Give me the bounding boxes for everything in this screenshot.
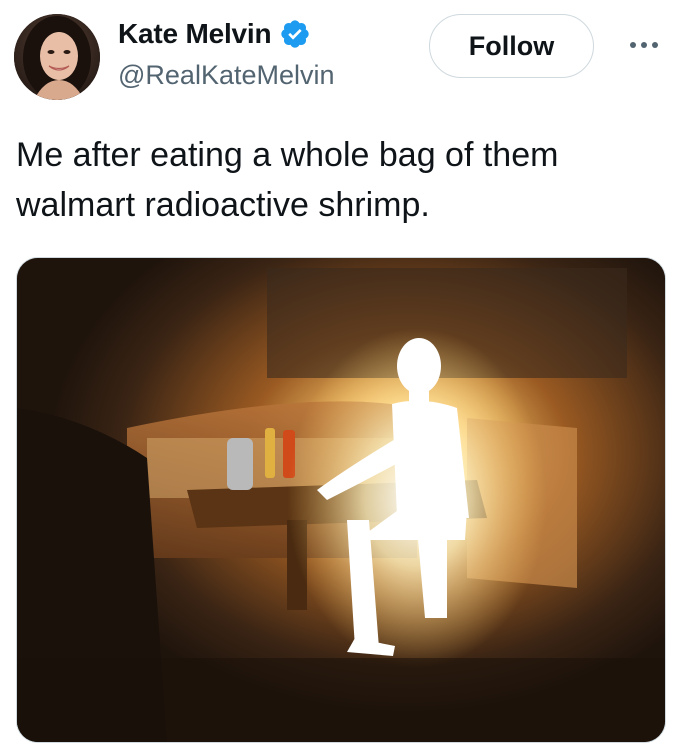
tweet-card: Kate Melvin @RealKateMelvin Follow Me af… [0,0,679,747]
tweet-media-image[interactable] [16,257,666,743]
author-name-row: Kate Melvin [118,18,311,50]
tweet-text-line: Me after eating a whole bag of them [16,136,559,174]
tweet-text-line: walmart radioactive shrimp. [16,186,430,224]
more-horizontal-icon [630,42,636,48]
avatar[interactable] [14,14,100,100]
avatar-image [14,14,100,100]
author-display-name[interactable]: Kate Melvin [118,18,272,50]
more-horizontal-icon-dot [652,42,658,48]
more-options-button[interactable] [624,30,664,60]
author-handle[interactable]: @RealKateMelvin [118,60,335,91]
verified-badge-icon [279,18,311,50]
more-horizontal-icon-dot [641,42,647,48]
tweet-text: Me after eating a whole bag of them walm… [16,130,656,230]
follow-button[interactable]: Follow [429,14,594,78]
